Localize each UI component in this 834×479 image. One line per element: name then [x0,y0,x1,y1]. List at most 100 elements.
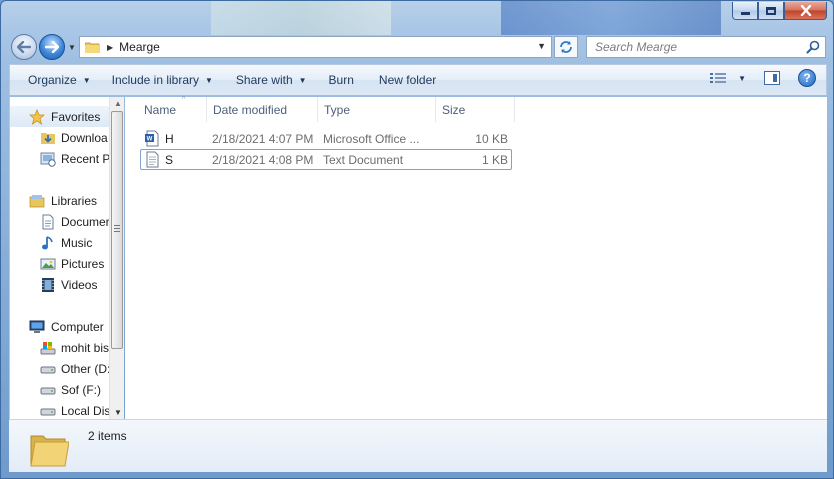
file-size: 1 KB [481,152,508,167]
nav-computer-label: Computer [51,319,104,334]
nav-drive-local-label: Local Dis [61,403,111,418]
breadcrumb-mearge[interactable]: Mearge [119,40,160,54]
file-size: 10 KB [475,131,508,146]
file-list: ^ Name Date modified Type Size W H 2/18/… [125,96,827,419]
column-header-name[interactable]: ^ Name [138,96,207,122]
nav-pictures[interactable]: Pictures [10,253,120,274]
close-icon [800,5,811,16]
glass-background [501,1,721,35]
nav-drive-f[interactable]: Sof (F:) [10,379,120,400]
file-name: H [165,131,174,146]
nav-recent-places[interactable]: Recent P [10,148,120,169]
details-view-icon [710,73,727,83]
nav-music[interactable]: Music [10,232,120,253]
column-header-size[interactable]: Size [436,97,515,122]
documents-icon [40,214,56,230]
navigation-pane: Favorites Downloa Recent P Libraries Doc… [9,97,123,419]
new-folder-button[interactable]: New folder [370,69,445,91]
scroll-thumb[interactable] [111,111,123,349]
back-button[interactable] [11,34,37,60]
text-document-icon [146,151,159,168]
details-pane: 2 items [9,419,827,472]
share-with-button[interactable]: Share with ▼ [227,69,316,91]
nav-favorites-label: Favorites [51,109,101,124]
chevron-down-icon[interactable]: ▼ [738,74,746,83]
nav-recent-places-label: Recent P [61,151,111,166]
forward-button[interactable] [39,34,65,60]
maximize-icon [766,6,776,15]
table-row[interactable]: S 2/18/2021 4:08 PM Text Document 1 KB [140,149,512,170]
column-header-type-label: Type [324,102,351,117]
recent-places-icon [40,151,56,167]
window-caption-buttons [732,2,827,20]
svg-text:W: W [147,137,153,143]
grip-icon [114,225,120,232]
scroll-up-icon[interactable]: ▲ [114,99,122,108]
folder-icon [30,435,69,467]
film-strip-icon [40,277,56,293]
preview-pane-button[interactable] [764,71,780,85]
pictures-icon [40,256,56,272]
folder-icon [85,42,100,53]
breadcrumb-separator-icon[interactable]: ▶ [107,43,113,52]
refresh-icon [560,41,572,53]
nav-drive-f-label: Sof (F:) [61,382,102,397]
address-dropdown-icon[interactable]: ▼ [537,41,546,51]
libraries-icon [29,193,45,209]
nav-pictures-label: Pictures [61,256,105,271]
star-icon [29,108,45,125]
nav-downloads[interactable]: Downloa [10,127,120,148]
glass-background [211,1,391,35]
nav-libraries-label: Libraries [51,193,98,208]
burn-label: Burn [328,73,354,87]
downloads-folder-icon [40,130,56,146]
toolbar-right-controls: ▼ ? [710,69,816,87]
help-icon: ? [803,71,811,85]
minimize-button[interactable] [732,2,758,20]
include-in-library-button[interactable]: Include in library ▼ [103,69,222,91]
search-icon[interactable] [806,40,820,54]
column-header-date-label: Date modified [213,102,288,117]
table-row[interactable]: W H 2/18/2021 4:07 PM Microsoft Office .… [140,128,512,149]
column-header-type[interactable]: Type [318,97,436,122]
share-with-label: Share with [235,73,293,87]
scroll-down-icon[interactable]: ▼ [114,408,122,417]
organize-label: Organize [28,73,77,87]
column-header-size-label: Size [442,102,466,117]
nav-documents-label: Documer [61,214,110,229]
computer-icon [29,319,45,335]
hard-drive-icon [40,403,56,419]
recent-pages-dropdown-icon[interactable]: ▼ [68,43,76,52]
search-box [586,36,826,58]
file-date-modified: 2/18/2021 4:07 PM [212,131,314,146]
navigation-scrollbar[interactable]: ▲ ▼ [109,97,124,419]
column-header-date-modified[interactable]: Date modified [207,97,318,122]
organize-button[interactable]: Organize ▼ [19,69,100,91]
column-header-name-label: Name [144,102,177,117]
chevron-down-icon: ▼ [298,75,307,85]
chevron-down-icon: ▼ [82,75,91,85]
help-button[interactable]: ? [798,69,816,87]
nav-libraries[interactable]: Libraries [10,190,120,211]
include-in-library-label: Include in library [111,73,199,87]
arrow-right-icon [45,41,59,53]
close-button[interactable] [784,2,827,20]
refresh-button[interactable] [554,36,578,58]
nav-computer[interactable]: Computer [10,316,120,337]
nav-drive-d[interactable]: Other (D: [10,358,120,379]
address-bar[interactable]: ▶ Mearge ▼ [79,36,552,58]
file-name: S [165,152,174,167]
sort-up-icon: ^ [182,96,186,103]
nav-drive-local[interactable]: Local Dis [10,400,120,419]
change-view-button[interactable]: ▼ [710,72,746,84]
nav-videos[interactable]: Videos [10,274,120,295]
file-type: Text Document [323,152,404,167]
burn-button[interactable]: Burn [320,69,363,91]
nav-videos-label: Videos [61,277,98,292]
new-folder-label: New folder [378,73,437,87]
search-input[interactable] [593,38,803,56]
maximize-button[interactable] [758,2,784,20]
nav-favorites[interactable]: Favorites [10,106,120,127]
nav-documents[interactable]: Documer [10,211,120,232]
nav-drive-c[interactable]: mohit bis [10,337,120,358]
